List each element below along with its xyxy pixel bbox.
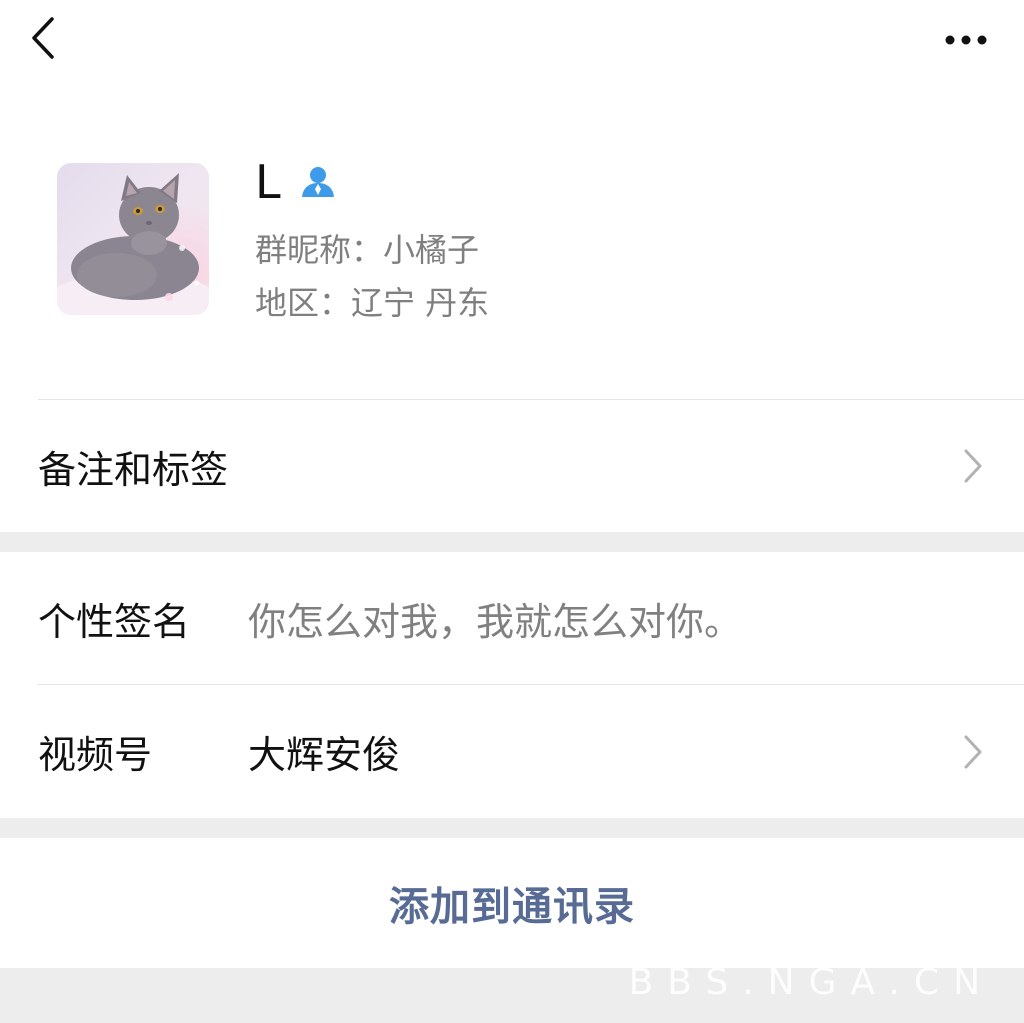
info-card: 个性签名 你怎么对我，我就怎么对你。 视频号 大辉安俊: [0, 552, 1024, 818]
watermark: BBS.NGA.CN: [628, 962, 994, 1003]
signature-value: 你怎么对我，我就怎么对你。: [248, 599, 743, 644]
back-button[interactable]: [30, 12, 86, 68]
name-row: L: [255, 152, 337, 212]
signature-row: 个性签名 你怎么对我，我就怎么对你。: [0, 552, 1024, 684]
cat-photo: [57, 163, 209, 315]
add-contact-card: 添加到通讯录: [0, 838, 1024, 968]
person-icon: [299, 163, 337, 201]
add-to-contacts-button[interactable]: 添加到通讯录: [389, 874, 635, 932]
contact-profile-page: L 群昵称：小橘子 地区：辽宁 丹东 备注和标签 个性签名 你怎么对我，我就怎么…: [0, 0, 1024, 1023]
chevron-right-icon: [962, 448, 984, 484]
avatar[interactable]: [57, 163, 209, 315]
channels-value: 大辉安俊: [248, 733, 401, 777]
group-nickname: 群昵称：小橘子: [255, 231, 480, 269]
remarks-and-tags-label: 备注和标签: [38, 447, 229, 492]
region: 地区：辽宁 丹东: [255, 284, 490, 322]
channels-label: 视频号: [38, 733, 153, 777]
channels-row[interactable]: 视频号 大辉安俊: [0, 685, 1024, 818]
remarks-and-tags-row[interactable]: 备注和标签: [0, 400, 1024, 532]
more-dots-icon: [944, 31, 988, 50]
contact-name: L: [255, 155, 281, 209]
more-button[interactable]: [924, 18, 988, 62]
chevron-right-icon: [962, 734, 984, 770]
signature-label: 个性签名: [38, 599, 191, 644]
profile-card: L 群昵称：小橘子 地区：辽宁 丹东 备注和标签: [0, 0, 1024, 532]
chevron-left-icon: [30, 16, 56, 64]
